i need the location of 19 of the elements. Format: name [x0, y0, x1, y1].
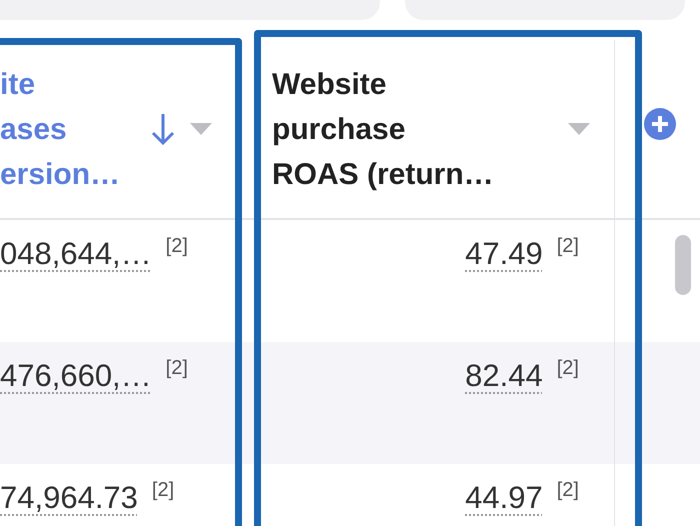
metric-value[interactable]: 44.97 [465, 476, 543, 520]
sort-down-arrow-icon[interactable] [150, 112, 176, 146]
metric-value[interactable]: 47.49 [465, 232, 543, 276]
dropdown-caret-icon[interactable] [568, 123, 590, 135]
footnote-mark: [2] [166, 234, 188, 259]
footnote-mark: [2] [556, 478, 579, 503]
metric-value[interactable]: 476,660,… [0, 354, 152, 398]
metric-value[interactable]: 048,644,… [0, 232, 152, 276]
column-header[interactable]: ite ases ersion… [0, 62, 140, 196]
add-column-icon[interactable] [643, 107, 677, 141]
footnote-mark: [2] [166, 356, 188, 381]
metric-value[interactable]: 82.44 [465, 354, 543, 398]
scrollbar-thumb[interactable] [675, 235, 691, 295]
column-header[interactable]: Website purchase ROAS (return… [272, 62, 552, 196]
footnote-mark: [2] [556, 356, 579, 381]
metric-value[interactable]: 74,964.73 [0, 476, 138, 520]
footnote-mark: [2] [152, 478, 174, 503]
dropdown-caret-icon[interactable] [190, 123, 212, 135]
footnote-mark: [2] [556, 234, 579, 259]
